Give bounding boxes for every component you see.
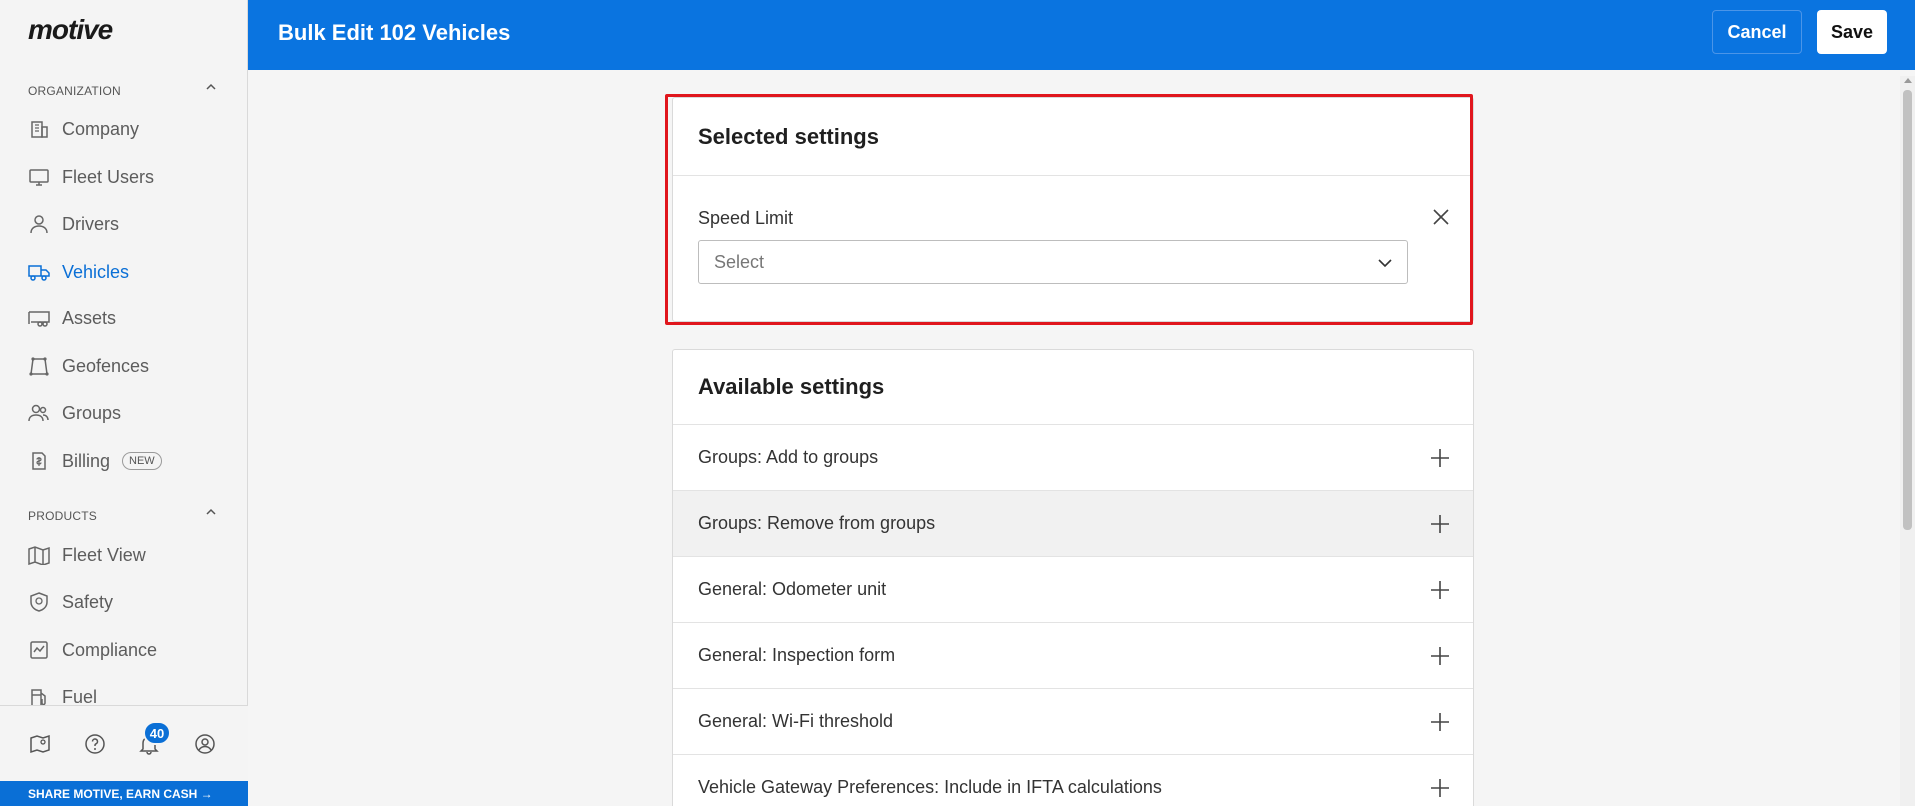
plus-icon[interactable] bbox=[1429, 777, 1451, 799]
selected-settings-title: Selected settings bbox=[673, 98, 1473, 176]
plus-icon[interactable] bbox=[1429, 447, 1451, 469]
person-icon bbox=[28, 213, 50, 235]
shield-icon bbox=[28, 591, 50, 613]
building-icon bbox=[28, 118, 50, 140]
products-section-label: PRODUCTS bbox=[28, 509, 97, 523]
available-settings-card: Available settings Groups: Add to groups… bbox=[672, 349, 1474, 806]
chevron-up-icon bbox=[206, 508, 216, 515]
chevron-down-icon bbox=[1378, 259, 1392, 268]
list-item[interactable]: Vehicle Gateway Preferences: Include in … bbox=[673, 755, 1473, 806]
sidebar-item-billing[interactable]: Billing NEW bbox=[28, 446, 228, 476]
list-item[interactable]: General: Inspection form bbox=[673, 623, 1473, 689]
sidebar-item-groups[interactable]: Groups bbox=[28, 398, 228, 428]
plus-icon[interactable] bbox=[1429, 513, 1451, 535]
cancel-button[interactable]: Cancel bbox=[1712, 10, 1802, 54]
sidebar-item-drivers[interactable]: Drivers bbox=[28, 209, 228, 239]
sidebar-item-company[interactable]: Company bbox=[28, 114, 228, 144]
map-icon bbox=[28, 544, 50, 566]
setting-label: General: Inspection form bbox=[698, 645, 896, 665]
organization-section-header[interactable]: ORGANIZATION bbox=[28, 83, 218, 98]
monitor-icon bbox=[28, 166, 50, 188]
sidebar-item-label: Safety bbox=[62, 591, 114, 612]
sidebar-item-fleet-users[interactable]: Fleet Users bbox=[28, 162, 228, 192]
page-scrollbar[interactable] bbox=[1900, 76, 1915, 806]
sidebar-item-safety[interactable]: Safety bbox=[28, 587, 228, 617]
list-item[interactable]: General: Odometer unit bbox=[673, 557, 1473, 623]
sidebar-item-label: Billing bbox=[62, 450, 111, 471]
sidebar-item-compliance[interactable]: Compliance bbox=[28, 635, 228, 665]
scrollbar-thumb[interactable] bbox=[1903, 90, 1912, 530]
sidebar-item-label: Company bbox=[62, 118, 140, 139]
map-pin-icon[interactable] bbox=[29, 733, 51, 755]
sidebar-item-label: Fleet View bbox=[62, 544, 146, 565]
truck-icon bbox=[28, 261, 50, 283]
group-icon bbox=[28, 402, 50, 424]
selected-settings-card: Selected settings Speed Limit Select bbox=[672, 97, 1474, 322]
sidebar-item-geofences[interactable]: Geofences bbox=[28, 351, 228, 381]
motive-logo[interactable]: motive bbox=[28, 14, 113, 46]
geofence-icon bbox=[28, 355, 50, 377]
page-header: Bulk Edit 102 Vehicles Cancel Save bbox=[248, 0, 1915, 70]
plus-icon[interactable] bbox=[1429, 711, 1451, 733]
sidebar-item-label: Fleet Users bbox=[62, 166, 155, 187]
setting-label: General: Wi-Fi threshold bbox=[698, 711, 894, 731]
close-icon[interactable] bbox=[1430, 206, 1452, 228]
speed-limit-label: Speed Limit bbox=[698, 208, 794, 228]
scroll-up-arrow-icon[interactable] bbox=[1904, 78, 1912, 83]
help-icon[interactable] bbox=[84, 733, 106, 755]
setting-label: Groups: Add to groups bbox=[698, 447, 879, 467]
page-title: Bulk Edit 102 Vehicles bbox=[278, 20, 511, 45]
sidebar: motive ORGANIZATION Company Fleet Users … bbox=[0, 0, 248, 806]
list-item[interactable]: General: Wi-Fi threshold bbox=[673, 689, 1473, 755]
select-placeholder: Select bbox=[714, 251, 765, 272]
products-section-header[interactable]: PRODUCTS bbox=[28, 508, 218, 523]
speed-limit-select[interactable]: Select bbox=[698, 240, 1408, 284]
plus-icon[interactable] bbox=[1429, 579, 1451, 601]
sidebar-item-label: Compliance bbox=[62, 639, 158, 660]
plus-icon[interactable] bbox=[1429, 645, 1451, 667]
setting-label: Vehicle Gateway Preferences: Include in … bbox=[698, 777, 1162, 797]
trailer-icon bbox=[28, 307, 50, 329]
user-profile-icon[interactable] bbox=[194, 733, 216, 755]
list-item[interactable]: Groups: Remove from groups bbox=[673, 491, 1473, 557]
sidebar-item-assets[interactable]: Assets bbox=[28, 303, 228, 333]
setting-label: Groups: Remove from groups bbox=[698, 513, 936, 533]
setting-label: General: Odometer unit bbox=[698, 579, 887, 599]
sidebar-footer: 40 bbox=[0, 705, 248, 781]
sidebar-item-fleet-view[interactable]: Fleet View bbox=[28, 540, 228, 570]
compliance-icon bbox=[28, 639, 50, 661]
sidebar-item-vehicles[interactable]: Vehicles bbox=[28, 257, 228, 287]
sidebar-item-label: Drivers bbox=[62, 213, 119, 234]
save-button[interactable]: Save bbox=[1817, 10, 1887, 54]
list-item[interactable]: Groups: Add to groups bbox=[673, 425, 1473, 491]
chevron-up-icon bbox=[206, 83, 216, 90]
new-badge: NEW bbox=[122, 452, 162, 470]
organization-section-label: ORGANIZATION bbox=[28, 84, 121, 98]
share-motive-banner[interactable]: SHARE MOTIVE, EARN CASH → bbox=[0, 781, 248, 806]
billing-icon bbox=[28, 450, 50, 472]
sidebar-item-label: Geofences bbox=[62, 355, 150, 376]
sidebar-item-label: Vehicles bbox=[62, 261, 130, 282]
available-settings-title: Available settings bbox=[673, 350, 1473, 425]
sidebar-item-label: Groups bbox=[62, 402, 122, 423]
sidebar-item-label: Assets bbox=[62, 307, 117, 328]
notification-count-badge: 40 bbox=[143, 721, 171, 745]
